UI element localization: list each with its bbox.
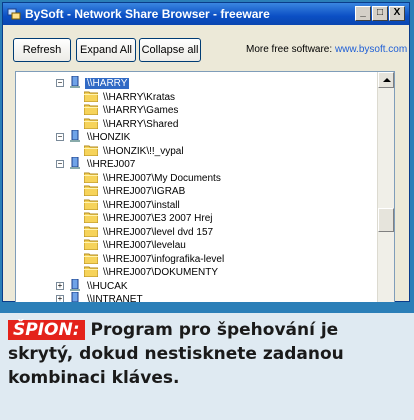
folder-icon xyxy=(83,211,99,224)
tree-node-share[interactable]: \\HARRY\Games xyxy=(83,103,180,117)
tree-node-share[interactable]: \\HREJ007\levelau xyxy=(83,238,188,252)
app-window: BySoft - Network Share Browser - freewar… xyxy=(2,2,410,303)
vertical-scrollbar[interactable] xyxy=(377,72,394,302)
tree-node-label: \\HREJ007\IGRAB xyxy=(103,186,186,197)
tree-node-share[interactable]: \\HREJ007\IGRAB xyxy=(83,184,187,198)
folder-icon xyxy=(83,117,99,129)
more-software-text: More free software: www.bysoft.com xyxy=(246,44,407,55)
tree-node-label: \\HARRY xyxy=(85,78,130,89)
tree-node-label: \\HREJ007\infografika-level xyxy=(103,253,225,265)
scroll-up-button[interactable] xyxy=(378,72,394,88)
tree-node-label: \\HONZIK\!!_vypal xyxy=(103,145,184,157)
tree-node-label: \\HUCAK xyxy=(87,280,128,292)
tree-node-share[interactable]: \\HREJ007\DOKUMENTY xyxy=(83,265,220,279)
share-tree[interactable]: − \\HARRY \\HARRY\Kratas \\HARRY\Games \\HAR… xyxy=(15,71,395,303)
tree-node-share[interactable]: \\HREJ007\install xyxy=(83,198,182,212)
computer-icon xyxy=(68,129,82,142)
tree-node-share[interactable]: \\HARRY\Shared xyxy=(83,117,180,131)
folder-icon xyxy=(83,225,99,237)
folder-icon xyxy=(83,171,99,183)
computer-icon xyxy=(68,75,82,88)
tree-node-computer[interactable]: + \\HUCAK xyxy=(56,278,130,293)
tree-node-label: \\HARRY\Games xyxy=(103,105,179,116)
caption-box: ŠPION: Program pro špehování je skrytý, d… xyxy=(0,313,414,420)
collapse-icon[interactable]: − xyxy=(56,79,64,87)
refresh-button[interactable]: Refresh xyxy=(13,38,71,62)
folder-icon xyxy=(83,265,99,278)
tree-node-share[interactable]: \\HREJ007\level dvd 157 xyxy=(83,225,215,239)
tree-node-label: \\HREJ007\E3 2007 Hrej xyxy=(103,213,213,224)
network-app-icon xyxy=(7,8,21,20)
minimize-button[interactable]: _ xyxy=(355,6,371,21)
scroll-thumb[interactable] xyxy=(378,208,394,232)
toolbar: Refresh Expand All Collapse all More fre… xyxy=(3,25,409,65)
title-bar[interactable]: BySoft - Network Share Browser - freewar… xyxy=(3,3,409,25)
folder-icon xyxy=(83,198,99,210)
maximize-button[interactable]: □ xyxy=(372,6,388,21)
tree-node-label: \\HREJ007 xyxy=(87,159,136,170)
expand-icon[interactable]: + xyxy=(56,281,64,290)
computer-icon xyxy=(68,156,82,169)
tree-node-label: \\HARRY\Shared xyxy=(103,118,179,130)
collapse-all-button[interactable]: Collapse all xyxy=(139,38,201,62)
folder-icon xyxy=(83,238,99,251)
tree-node-share[interactable]: \\HONZIK\!!_vypal xyxy=(83,144,186,158)
computer-icon xyxy=(68,278,82,291)
tree-node-computer[interactable]: − \\HARRY xyxy=(56,75,130,90)
tree-node-label: \\HONZIK xyxy=(87,132,131,143)
tree-node-label: \\HREJ007\DOKUMENTY xyxy=(103,267,219,278)
collapse-icon[interactable]: − xyxy=(56,160,64,168)
divider xyxy=(0,302,414,313)
folder-icon xyxy=(83,184,99,197)
tree-node-label: \\HREJ007\level dvd 157 xyxy=(103,226,214,238)
tree-node-label: \\HREJ007\install xyxy=(103,199,180,211)
collapse-icon[interactable]: − xyxy=(56,133,64,141)
expand-all-button[interactable]: Expand All xyxy=(76,38,136,62)
close-button[interactable]: X xyxy=(389,6,405,21)
tree-node-label: \\HARRY\Kratas xyxy=(103,91,176,103)
tree-node-share[interactable]: \\HARRY\Kratas xyxy=(83,90,177,104)
caption-text: ŠPION: Program pro špehování je skrytý, d… xyxy=(8,318,404,390)
tree-node-computer[interactable]: − \\HREJ007 xyxy=(56,156,137,171)
tree-node-share[interactable]: \\HREJ007\E3 2007 Hrej xyxy=(83,211,215,225)
tree-node-computer[interactable]: − \\HONZIK xyxy=(56,129,132,144)
tree-node-share[interactable]: \\HREJ007\My Documents xyxy=(83,171,223,185)
tree-node-share[interactable]: \\HREJ007\infografika-level xyxy=(83,252,226,266)
window-title: BySoft - Network Share Browser - freewar… xyxy=(25,7,270,21)
folder-icon xyxy=(83,103,99,116)
folder-icon xyxy=(83,252,99,264)
tree-node-label: \\HREJ007\My Documents xyxy=(103,172,221,184)
tree-node-label: \\HREJ007\levelau xyxy=(103,240,186,251)
folder-icon xyxy=(83,90,99,102)
caption-tag: ŠPION: xyxy=(8,320,85,340)
more-software-label: More free software: xyxy=(246,44,333,55)
more-software-link[interactable]: www.bysoft.com xyxy=(335,44,407,55)
folder-icon xyxy=(83,144,99,156)
